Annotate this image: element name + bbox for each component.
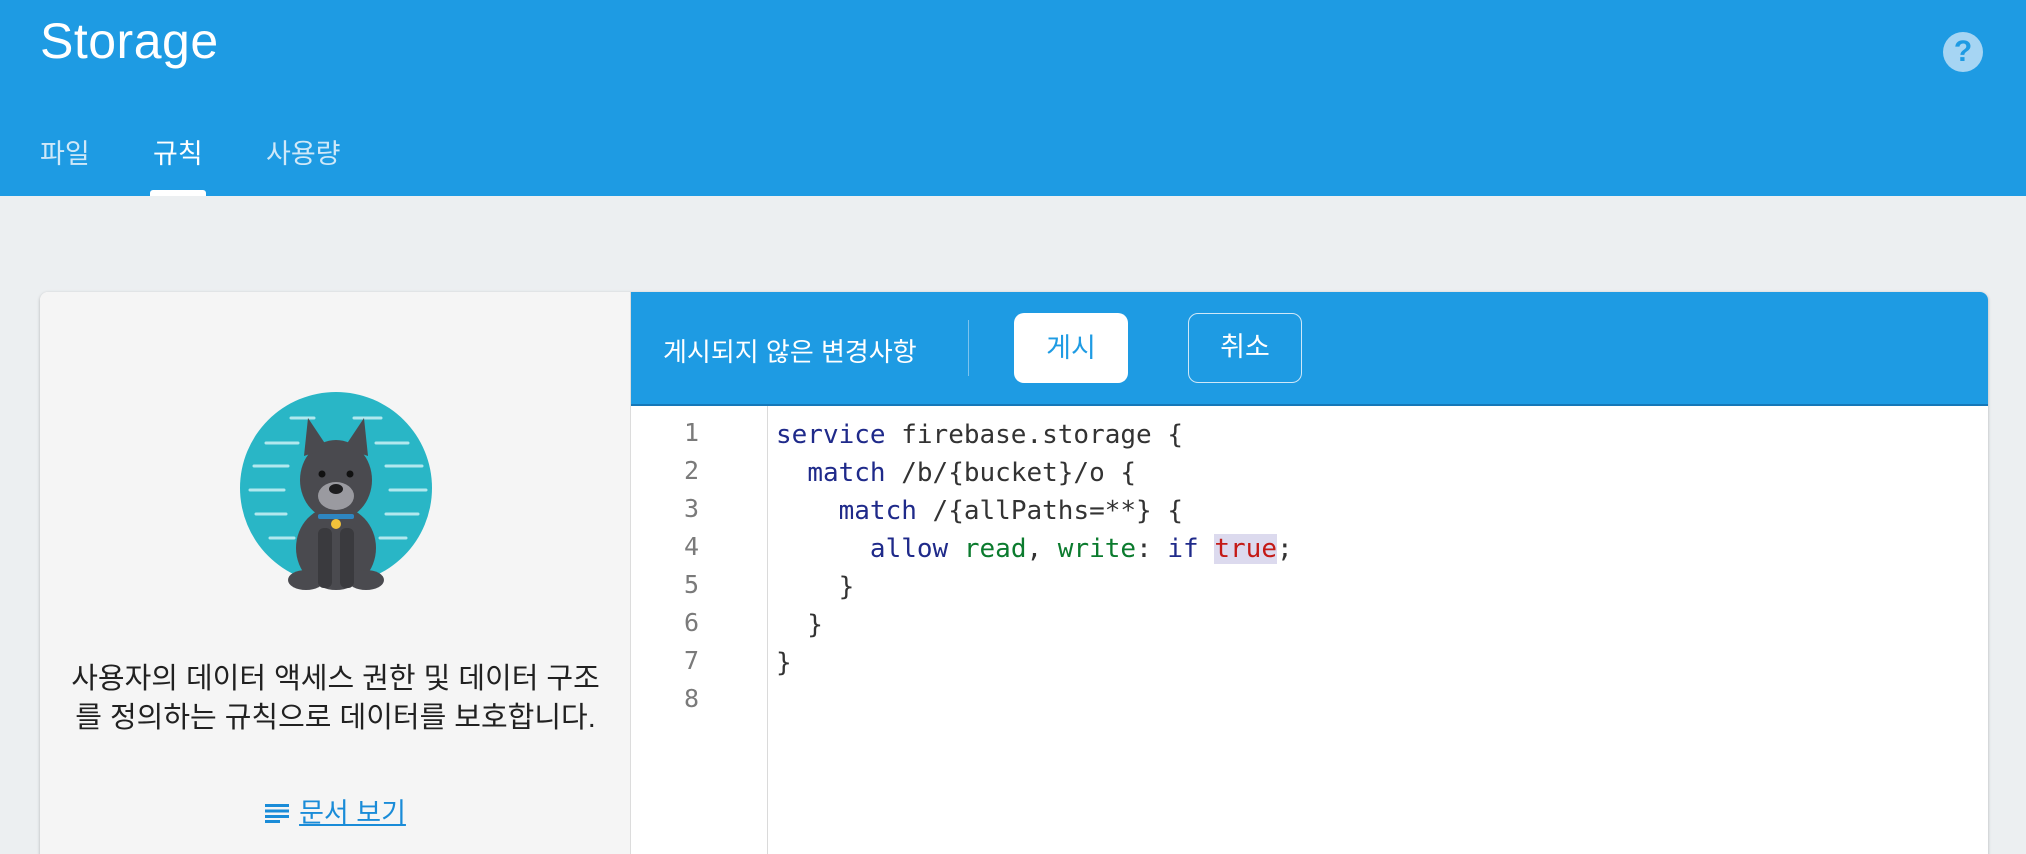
code-line: service firebase.storage { [776, 420, 1183, 450]
tab-usage[interactable]: 사용량 [266, 132, 341, 171]
unpublished-status: 게시되지 않은 변경사항 [663, 337, 917, 367]
tab-rules[interactable]: 규칙 [153, 132, 203, 171]
rules-editor[interactable]: 1 2 3 4 5 6 7 8 service firebase.storage… [631, 404, 1988, 854]
line-number: 3 [683, 494, 699, 523]
line-number: 4 [683, 532, 699, 561]
tab-files[interactable]: 파일 [40, 132, 90, 171]
line-number: 8 [683, 684, 699, 713]
code-line: } [776, 572, 855, 602]
rules-card: 사용자의 데이터 액세스 권한 및 데이터 구조를 정의하는 규칙으로 데이터를… [40, 292, 1988, 854]
code-line: } [776, 610, 823, 640]
line-number-gutter: 1 2 3 4 5 6 7 8 [631, 406, 768, 854]
line-number: 1 [683, 418, 699, 447]
dog-guard-illustration [240, 392, 432, 590]
code-line: match /b/{bucket}/o { [807, 458, 1137, 488]
line-number: 6 [683, 608, 699, 637]
page-title: Storage [40, 13, 219, 69]
app-header: Storage ? 파일 규칙 사용량 [0, 0, 2026, 196]
code-line: } [776, 648, 792, 678]
editor-toolbar: 게시되지 않은 변경사항 게시 취소 [631, 292, 1988, 404]
line-number: 7 [683, 646, 699, 675]
view-docs-link[interactable]: 문서 보기 [40, 791, 631, 830]
line-number: 5 [683, 570, 699, 599]
active-tab-indicator [150, 190, 206, 196]
help-icon[interactable]: ? [1943, 32, 1983, 72]
code-line: allow read, write: if true; [869, 534, 1293, 564]
info-panel: 사용자의 데이터 액세스 권한 및 데이터 구조를 정의하는 규칙으로 데이터를… [40, 292, 631, 854]
publish-button[interactable]: 게시 [1014, 313, 1128, 383]
cancel-button[interactable]: 취소 [1188, 313, 1302, 383]
view-docs-label: 문서 보기 [299, 798, 406, 828]
document-lines-icon [265, 803, 290, 823]
rules-description: 사용자의 데이터 액세스 권한 및 데이터 구조를 정의하는 규칙으로 데이터를… [71, 663, 600, 734]
code-line: match /{allPaths=**} { [838, 496, 1184, 526]
toolbar-divider [968, 320, 969, 376]
line-number: 2 [683, 456, 699, 485]
